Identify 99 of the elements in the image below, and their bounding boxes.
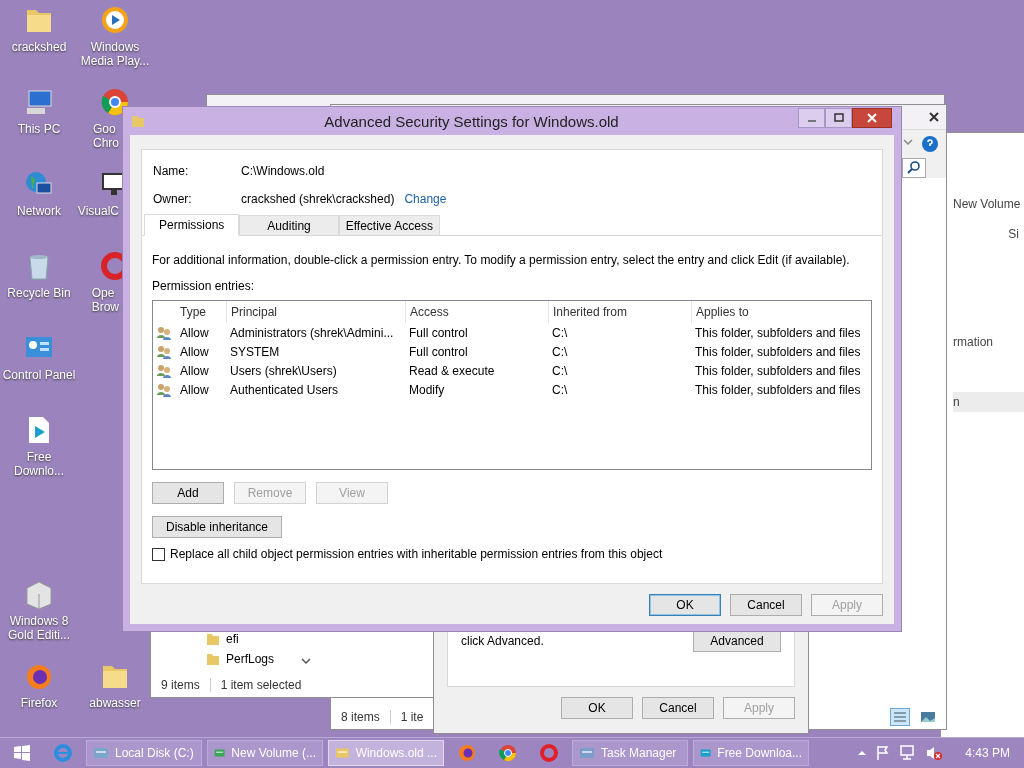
- table-cell-text: Read & execute: [408, 363, 496, 378]
- name-label: Name:: [153, 164, 190, 178]
- owner-value: crackshed (shrek\crackshed): [241, 192, 395, 206]
- column-header[interactable]: Type: [176, 301, 226, 323]
- table-cell-text: SYSTEM: [229, 344, 281, 359]
- close-icon: [867, 113, 877, 123]
- table-cell-text: Full control: [408, 325, 469, 340]
- table-cell-text: Full control: [408, 344, 469, 359]
- status-text: 1 item selected: [220, 678, 302, 692]
- ok-button[interactable]: OK: [649, 594, 721, 616]
- checkbox[interactable]: [152, 547, 165, 561]
- window-title: Advanced Security Settings for Windows.old: [323, 112, 620, 130]
- desktop-icon-label[interactable]: Recycle Bin: [7, 286, 71, 300]
- table-cell-text: C:\: [551, 363, 569, 378]
- thumbnail-view-icon[interactable]: [920, 710, 936, 724]
- column-header[interactable]: Inherited from: [548, 301, 691, 323]
- clock[interactable]: 4:43 PM: [965, 746, 1010, 760]
- disable-inheritance-button[interactable]: Disable inheritance: [152, 516, 282, 538]
- help-icon[interactable]: [922, 136, 938, 152]
- close-icon[interactable]: [928, 111, 940, 123]
- change-link[interactable]: Change: [404, 192, 447, 206]
- column-header[interactable]: Applies to: [691, 301, 871, 323]
- table-cell-text: This folder, subfolders and files: [694, 363, 862, 378]
- users-icon: [156, 381, 172, 398]
- taskbar-button[interactable]: Task Manager: [572, 740, 688, 766]
- scroll-down-icon[interactable]: [301, 657, 311, 665]
- column-header[interactable]: Principal: [226, 301, 405, 323]
- column-header[interactable]: Si: [1008, 227, 1019, 241]
- cancel-button[interactable]: Cancel: [730, 594, 802, 616]
- desktop-icon-label[interactable]: VisualC: [77, 204, 119, 218]
- taskbar-button[interactable]: New Volume (...: [207, 740, 323, 766]
- desktop-icon-label[interactable]: crackshed: [11, 40, 67, 54]
- tree-item[interactable]: efi: [226, 632, 239, 646]
- table-cell-text: This folder, subfolders and files: [694, 344, 862, 359]
- search-icon[interactable]: [902, 158, 926, 178]
- ok-button[interactable]: OK: [561, 697, 633, 719]
- tab[interactable]: Permissions: [144, 214, 240, 236]
- tree-item[interactable]: PerfLogs: [226, 652, 275, 666]
- desktop-icon-label[interactable]: Network: [17, 204, 61, 218]
- ring-icon: [539, 743, 559, 763]
- desktop-icon-label[interactable]: Ope Brow: [91, 286, 119, 314]
- fox-icon: [457, 743, 477, 763]
- table-cell-text: This folder, subfolders and files: [694, 325, 862, 340]
- status-text: 9 items: [161, 678, 200, 692]
- instruction-text: For additional information, double-click a permission entry. To modify a permission entry, select the entry and click Edit (if available).: [152, 253, 851, 267]
- table-cell-text: Users (shrek\Users): [229, 363, 338, 378]
- minimize-button[interactable]: [798, 108, 825, 128]
- browser-e-icon: [53, 743, 73, 763]
- header-text: n: [953, 395, 960, 409]
- table-cell-text: Allow: [179, 363, 210, 378]
- cancel-button[interactable]: Cancel: [642, 697, 714, 719]
- table-cell-text: This folder, subfolders and files: [694, 382, 862, 397]
- taskbar-button[interactable]: Free Downloa...: [693, 740, 809, 766]
- owner-label: Owner:: [153, 192, 193, 206]
- add-button[interactable]: Add: [152, 482, 224, 504]
- desktop-icon-label[interactable]: Control Panel: [2, 368, 76, 382]
- taskbar-button[interactable]: Windows.old ...: [328, 740, 444, 766]
- browser-icon: [99, 86, 131, 118]
- advanced-button[interactable]: Advanced: [693, 630, 781, 652]
- close-button[interactable]: [852, 108, 892, 128]
- tab[interactable]: Effective Access: [338, 215, 440, 235]
- table-cell-text: C:\: [551, 344, 569, 359]
- users-icon: [156, 362, 172, 379]
- tab[interactable]: Auditing: [239, 215, 339, 235]
- desktop-icon-label[interactable]: Goo Chro: [93, 122, 119, 150]
- entries-label: Permission entries:: [152, 279, 256, 293]
- table-cell-text: C:\: [551, 382, 569, 397]
- desktop-icon-label[interactable]: Firefox: [20, 696, 58, 710]
- table-cell-text: C:\: [551, 325, 569, 340]
- desktop-icon-label[interactable]: This PC: [17, 122, 61, 136]
- table-cell-text: Authenticated Users: [229, 382, 340, 397]
- table-cell-text: Allow: [179, 325, 210, 340]
- address-text: New Volume: [953, 196, 1022, 213]
- name-value: C:\Windows.old: [241, 164, 325, 178]
- speaker-muted-icon[interactable]: [925, 745, 944, 761]
- table-cell-text: Modify: [408, 382, 446, 397]
- desktop-icon-label[interactable]: Windows Media Play...: [80, 40, 150, 68]
- table-cell-text: Administrators (shrek\Admini...: [229, 325, 395, 340]
- table-cell-text: Allow: [179, 382, 210, 397]
- column-header[interactable]: Access: [405, 301, 548, 323]
- desktop-icon-label[interactable]: Free Downlo...: [14, 450, 64, 478]
- users-icon: [156, 343, 172, 360]
- users-icon: [156, 324, 172, 341]
- browser-icon: [498, 743, 518, 763]
- chevron-icon[interactable]: [902, 136, 914, 148]
- status-text: 1 ite: [400, 710, 424, 724]
- media-player-icon: [99, 4, 131, 36]
- detail-text: rmation: [953, 335, 994, 349]
- desktop-icon-label[interactable]: abwasser: [89, 696, 141, 710]
- checkbox-label: Replace all child object permission entries with inheritable permission entries from this object: [170, 547, 663, 561]
- taskbar-button[interactable]: Local Disk (C:): [86, 740, 202, 766]
- start-icon[interactable]: [13, 744, 31, 762]
- maximize-button[interactable]: [825, 108, 852, 128]
- table-cell-text: Allow: [179, 344, 210, 359]
- maximize-icon: [833, 113, 844, 123]
- status-text: 8 items: [341, 710, 380, 724]
- desktop-icon-label[interactable]: Windows 8 Gold Editi...: [8, 614, 70, 642]
- instruction-text: click Advanced.: [461, 634, 544, 648]
- caret-up-icon[interactable]: [857, 749, 868, 757]
